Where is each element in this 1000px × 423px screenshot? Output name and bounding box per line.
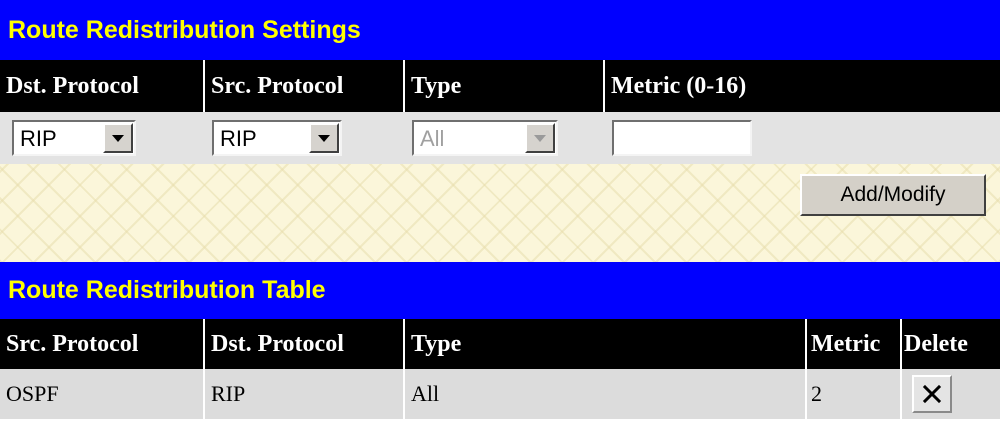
src-protocol-select[interactable]: RIP [212,120,342,156]
header-metric: Metric (0-16) [611,72,747,99]
settings-title: Route Redistribution Settings [0,0,1000,60]
header-dst-protocol: Dst. Protocol [6,72,139,99]
col-delete: Delete [904,330,968,357]
type-value: All [420,126,445,151]
header-src-protocol: Src. Protocol [211,72,344,99]
chevron-down-icon[interactable] [103,123,133,153]
row-metric: 2 [811,381,822,406]
col-type: Type [411,330,462,357]
type-select: All [412,120,558,156]
add-modify-button[interactable]: Add/Modify [800,174,986,216]
settings-header-row: Dst. Protocol Src. Protocol Type Metric … [0,60,1000,112]
row-type: All [411,381,440,406]
table-title: Route Redistribution Table [0,262,1000,319]
col-dst-protocol: Dst. Protocol [211,330,344,357]
settings-input-row: RIP RIP All [0,112,1000,164]
table-row: OSPF RIP All 2 [0,369,1000,419]
col-metric: Metric [811,330,881,357]
src-protocol-value: RIP [220,126,257,151]
button-area: Add/Modify [0,164,1000,262]
row-dst-protocol: RIP [211,381,246,406]
chevron-down-icon[interactable] [309,123,339,153]
dst-protocol-value: RIP [20,126,57,151]
row-divider [900,369,902,419]
close-icon [922,384,942,404]
table-header-row: Src. Protocol Dst. Protocol Type Metric … [0,319,1000,369]
chevron-down-icon [525,123,555,153]
col-src-protocol: Src. Protocol [6,330,139,357]
settings-title-text: Route Redistribution Settings [8,15,361,44]
row-src-protocol: OSPF [6,381,59,406]
delete-button[interactable] [912,375,952,413]
header-type: Type [411,72,462,99]
table-title-text: Route Redistribution Table [8,276,326,304]
metric-input[interactable] [612,120,752,156]
dst-protocol-select[interactable]: RIP [12,120,136,156]
route-redistribution-panel: Route Redistribution Settings Dst. Proto… [0,0,1000,423]
